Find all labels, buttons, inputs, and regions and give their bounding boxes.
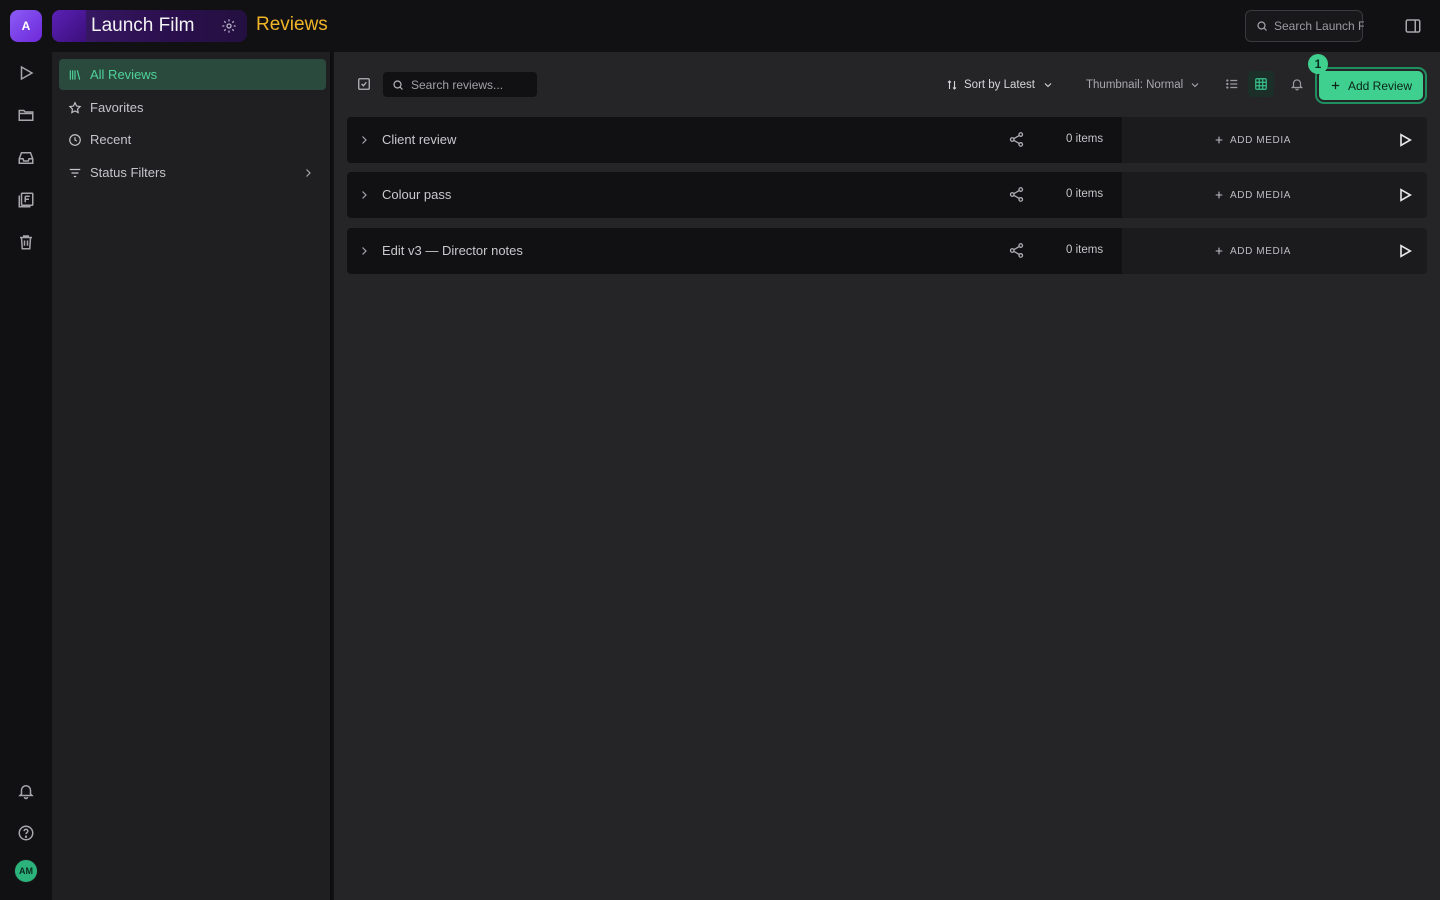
sidebar-item-favorites[interactable]: Favorites [59,92,326,123]
help-icon[interactable] [17,824,35,842]
sidebar-item-label: Recent [90,132,132,147]
review-row[interactable]: Colour pass 0 items ADD MEDIA [347,172,1427,218]
project-thumbnail [52,10,86,42]
sidebar-item-status-filters[interactable]: Status Filters [59,157,326,188]
sidebar-item-label: Favorites [90,100,144,115]
chevron-right-icon[interactable] [358,188,370,202]
trash-icon[interactable] [17,233,35,251]
sort-label: Sort by Latest [964,79,1035,91]
search-icon [1256,20,1268,32]
review-row[interactable]: Edit v3 — Director notes 0 items ADD MED… [347,228,1427,274]
review-search[interactable] [383,72,537,97]
review-row-actions: ADD MEDIA [1122,117,1427,163]
select-checkbox-icon[interactable] [357,77,371,91]
item-count: 0 items [1066,188,1104,200]
play-icon[interactable] [17,64,35,82]
global-search-input[interactable] [1274,19,1364,33]
inbox-icon[interactable] [17,149,35,167]
thumbnail-size-dropdown[interactable]: Thumbnail: Normal [1086,76,1201,94]
list-view-icon[interactable] [1225,77,1239,91]
chevron-right-icon [302,167,314,179]
clock-icon [68,133,82,147]
library-icon[interactable] [17,191,35,209]
share-icon[interactable] [1008,186,1025,203]
share-icon[interactable] [1008,131,1025,148]
plus-icon [1214,135,1224,145]
review-row-main[interactable]: Colour pass 0 items [347,172,1122,218]
review-name: Edit v3 — Director notes [382,243,523,258]
top-bar: A Launch Film Reviews [0,0,1440,52]
review-row[interactable]: Client review 0 items ADD MEDIA [347,117,1427,163]
project-name: Launch Film [91,15,195,36]
add-media-label: ADD MEDIA [1230,134,1291,146]
star-icon [68,100,82,115]
global-search[interactable] [1245,10,1364,42]
chevron-right-icon[interactable] [358,133,370,147]
chevron-down-icon [1042,79,1054,91]
review-row-actions: ADD MEDIA [1122,172,1427,218]
add-review-button[interactable]: Add Review [1319,71,1423,100]
left-rail [0,52,52,900]
review-name: Colour pass [382,187,452,202]
main-content: Sort by Latest Thumbnail: Normal Add Rev… [334,52,1440,900]
folder-icon[interactable] [17,106,35,124]
page-title: Reviews [256,14,328,35]
add-media-button[interactable]: ADD MEDIA [1214,244,1291,258]
plus-icon [1330,80,1341,91]
add-media-label: ADD MEDIA [1230,189,1291,201]
sidebar-item-recent[interactable]: Recent [59,124,326,155]
item-count: 0 items [1066,133,1104,145]
play-icon[interactable] [1397,242,1413,260]
grid-view-icon[interactable] [1248,71,1274,97]
review-row-main[interactable]: Edit v3 — Director notes 0 items [347,228,1122,274]
sort-icon [946,79,958,91]
sidebar: All Reviews Favorites Recent Status Filt… [52,52,332,900]
chevron-right-icon[interactable] [358,244,370,258]
thumbnail-label: Thumbnail: Normal [1086,79,1184,91]
gear-icon[interactable] [221,18,237,34]
review-row-actions: ADD MEDIA [1122,228,1427,274]
library-icon [68,68,82,82]
sort-dropdown[interactable]: Sort by Latest [946,76,1054,94]
filter-icon [68,166,82,180]
play-icon[interactable] [1397,131,1413,149]
add-media-button[interactable]: ADD MEDIA [1214,188,1291,202]
add-review-label: Add Review [1347,78,1413,93]
project-switcher[interactable]: Launch Film [52,10,247,42]
review-row-main[interactable]: Client review 0 items [347,117,1122,163]
user-avatar[interactable]: AM [14,859,38,883]
sidebar-item-all-reviews[interactable]: All Reviews [59,59,326,90]
review-name: Client review [382,132,457,147]
share-icon[interactable] [1008,242,1025,259]
notification-bell-icon[interactable] [1290,77,1304,91]
plus-icon [1214,246,1224,256]
search-icon [392,79,404,91]
panel-toggle-icon[interactable] [1404,17,1422,35]
add-media-label: ADD MEDIA [1230,245,1291,257]
step-badge: 1 [1308,54,1328,74]
sidebar-item-label: Status Filters [90,165,166,180]
add-media-button[interactable]: ADD MEDIA [1214,133,1291,147]
play-icon[interactable] [1397,186,1413,204]
item-count: 0 items [1066,244,1104,256]
review-search-input[interactable] [411,77,531,92]
bell-icon[interactable] [17,782,35,800]
plus-icon [1214,190,1224,200]
chevron-down-icon [1189,79,1201,91]
workspace-avatar[interactable]: A [10,10,42,42]
sidebar-item-label: All Reviews [90,67,158,82]
